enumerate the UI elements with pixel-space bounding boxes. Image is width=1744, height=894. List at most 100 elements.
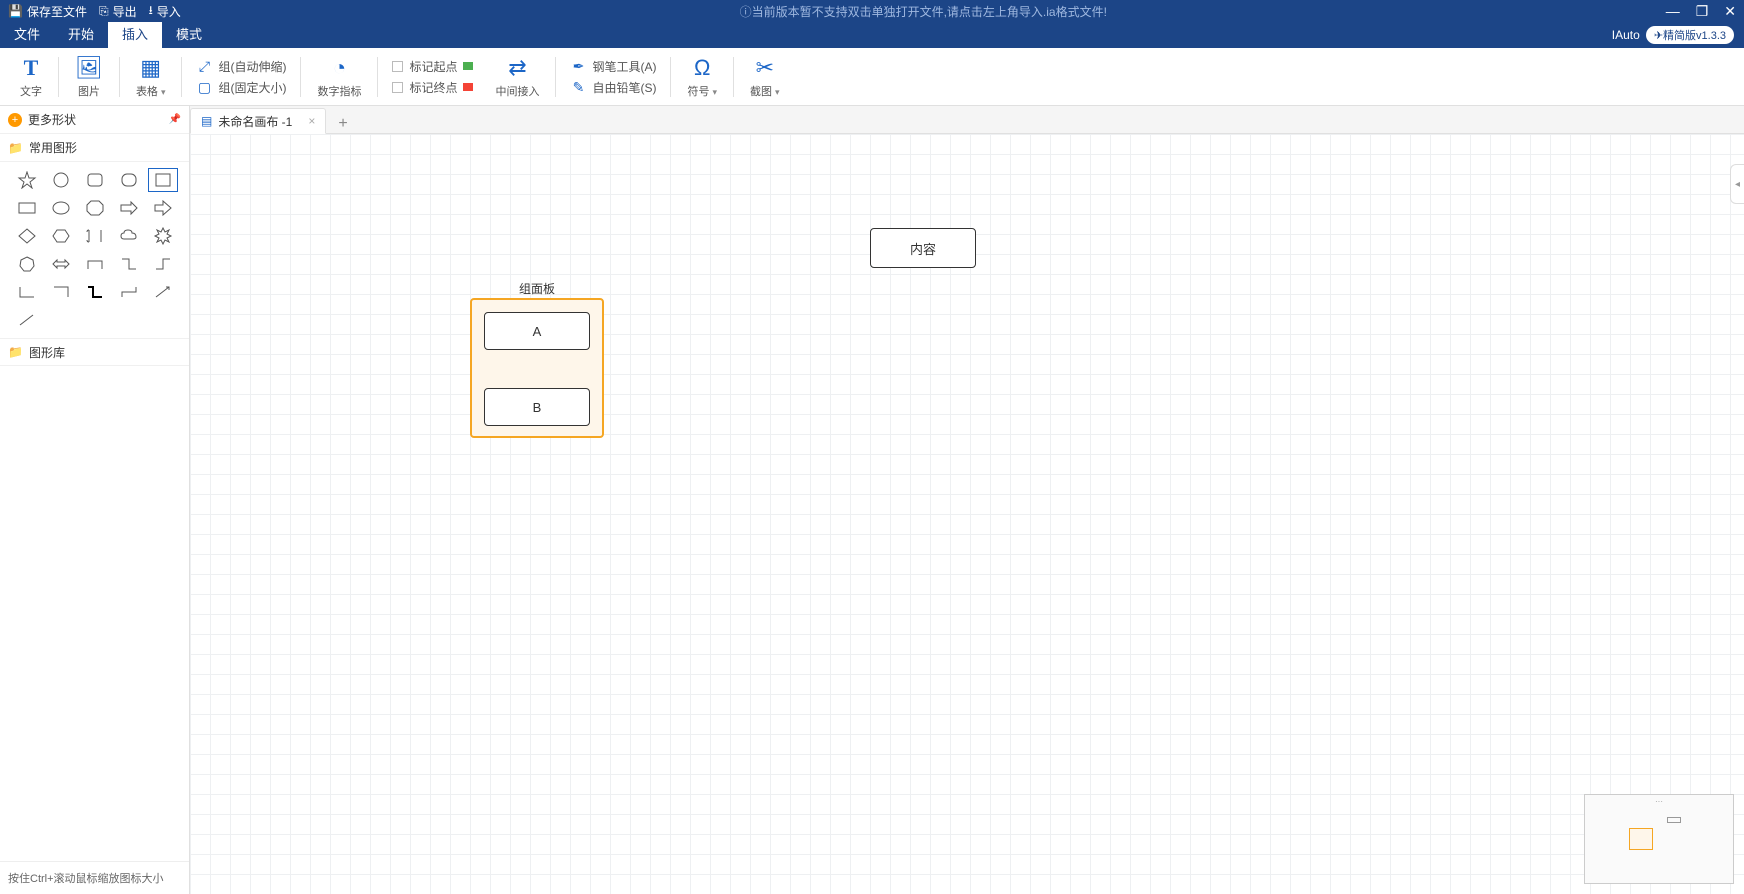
scissors-icon: ✂ <box>756 55 774 81</box>
tab-canvas-1[interactable]: ▤ 未命名画布 -1 × <box>190 108 326 134</box>
ribbon-num-indicator[interactable]: ◔ 数字指标 <box>305 48 373 105</box>
menu-insert[interactable]: 插入 <box>108 22 162 48</box>
shape-connector-7[interactable] <box>114 280 144 304</box>
shape-burst[interactable] <box>148 224 178 248</box>
fixed-icon: ▢ <box>196 79 212 96</box>
ribbon-table[interactable]: ▦ 表格 <box>124 48 178 105</box>
shape-connector-2[interactable] <box>114 252 144 276</box>
ribbon-pen-tool[interactable]: ✒钢笔工具(A) <box>570 58 656 75</box>
expand-icon: ⤢ <box>196 58 212 75</box>
shape-arrow-right-2[interactable] <box>148 196 178 220</box>
minimap[interactable]: ··· <box>1584 794 1734 884</box>
shape-connector-3[interactable] <box>148 252 178 276</box>
version-pill: ✈精简版v1.3.3 <box>1646 26 1734 44</box>
notice-text: ⓘ当前版本暂不支持双击单独打开文件,请点击左上角导入.ia格式文件! <box>181 3 1666 20</box>
brand: IAuto ✈精简版v1.3.3 <box>1612 26 1744 44</box>
canvas[interactable]: 内容 组面板 A B ◂ ··· <box>190 134 1744 894</box>
shape-hexagon[interactable] <box>46 224 76 248</box>
ribbon-mark-end[interactable]: 标记终点 <box>392 79 473 96</box>
shape-connector-1[interactable] <box>80 252 110 276</box>
ribbon-mid-insert[interactable]: ⇄ 中间接入 <box>483 48 551 105</box>
shape-ellipse[interactable] <box>46 196 76 220</box>
brand-name: IAuto <box>1612 28 1640 42</box>
shape-line-arrow[interactable] <box>148 280 178 304</box>
ribbon: T 文字 🖼 图片 ▦ 表格 ⤢组(自动伸缩) ▢组(固定大小) ◔ 数字指标 … <box>0 48 1744 106</box>
ribbon-image[interactable]: 🖼 图片 <box>63 48 115 105</box>
menu-mode[interactable]: 模式 <box>162 22 216 48</box>
group-box-b[interactable]: B <box>484 388 590 426</box>
shape-square[interactable] <box>148 168 178 192</box>
sidebar-common-shapes[interactable]: 📁 常用图形 <box>0 134 189 162</box>
save-icon: 💾 <box>8 4 23 18</box>
ribbon-pencil-tool[interactable]: ✎自由铅笔(S) <box>570 79 656 96</box>
shape-connector-6[interactable] <box>80 280 110 304</box>
tab-add-button[interactable]: + <box>326 115 359 133</box>
canvas-icon: ▤ <box>201 114 212 128</box>
omega-icon: Ω <box>694 55 710 81</box>
minimap-box <box>1667 817 1681 823</box>
shape-bracket[interactable] <box>80 224 110 248</box>
group-panel-title: 组面板 <box>472 280 602 297</box>
menu-start[interactable]: 开始 <box>54 22 108 48</box>
shape-octagon[interactable] <box>80 196 110 220</box>
right-panel-toggle[interactable]: ◂ <box>1730 164 1744 204</box>
group-box-a[interactable]: A <box>484 312 590 350</box>
folder-icon: 📁 <box>8 345 23 359</box>
plus-icon: + <box>8 113 22 127</box>
ribbon-symbol[interactable]: Ω 符号 <box>675 48 729 105</box>
shape-content-box[interactable]: 内容 <box>870 228 976 268</box>
text-icon: T <box>24 55 39 81</box>
tab-label: 未命名画布 -1 <box>218 113 292 130</box>
shape-arrow-right[interactable] <box>114 196 144 220</box>
folder-icon: 📁 <box>8 141 23 155</box>
import-button[interactable]: ⭳导入 <box>149 1 181 22</box>
titlebar: 💾 保存至文件 ⎘ 导出 ⭳导入 ⓘ当前版本暂不支持双击单独打开文件,请点击左上角导… <box>0 0 1744 22</box>
shape-palette <box>0 162 189 338</box>
shape-double-arrow[interactable] <box>46 252 76 276</box>
shape-heptagon[interactable] <box>12 252 42 276</box>
ribbon-screenshot[interactable]: ✂ 截图 <box>738 48 792 105</box>
shape-rounded-rect-2[interactable] <box>114 168 144 192</box>
gauge-icon: ◔ <box>333 55 346 81</box>
maximize-button[interactable]: ❐ <box>1696 3 1709 20</box>
shape-diamond[interactable] <box>12 224 42 248</box>
save-to-file-button[interactable]: 💾 保存至文件 <box>8 3 87 20</box>
menu-file[interactable]: 文件 <box>0 22 54 48</box>
flag-green-icon <box>463 62 473 70</box>
pencil-icon: ✎ <box>570 79 586 96</box>
minimize-button[interactable]: — <box>1666 3 1680 19</box>
shape-circle[interactable] <box>46 168 76 192</box>
tab-bar: ▤ 未命名画布 -1 × + <box>190 106 1744 134</box>
checkbox-icon <box>392 61 403 72</box>
ribbon-text[interactable]: T 文字 <box>8 48 54 105</box>
main: ▤ 未命名画布 -1 × + 内容 组面板 A B ◂ · <box>190 106 1744 894</box>
sidebar-shape-library[interactable]: 📁 图形库 <box>0 338 189 366</box>
export-button[interactable]: ⎘ 导出 <box>99 3 137 20</box>
shape-rect[interactable] <box>12 196 42 220</box>
import-icon: ⭳ <box>149 1 153 22</box>
pen-icon: ✒ <box>570 58 586 75</box>
shape-star[interactable] <box>12 168 42 192</box>
sidebar-more-shapes[interactable]: + 更多形状 📌 <box>0 106 189 134</box>
shape-cloud[interactable] <box>114 224 144 248</box>
group-panel[interactable]: 组面板 A B <box>470 298 604 438</box>
export-icon: ⎘ <box>99 4 109 19</box>
shape-connector-5[interactable] <box>46 280 76 304</box>
save-label: 保存至文件 <box>27 3 87 20</box>
shape-rounded-rect[interactable] <box>80 168 110 192</box>
ribbon-group-fixed[interactable]: ▢组(固定大小) <box>196 79 286 96</box>
shape-line[interactable] <box>12 308 42 332</box>
pin-icon[interactable]: 📌 <box>169 114 181 125</box>
mid-insert-icon: ⇄ <box>508 55 526 81</box>
ribbon-group-auto[interactable]: ⤢组(自动伸缩) <box>196 58 286 75</box>
close-button[interactable]: ✕ <box>1724 3 1736 20</box>
tab-close-icon[interactable]: × <box>308 114 315 128</box>
table-icon: ▦ <box>140 55 161 81</box>
ribbon-mark-start[interactable]: 标记起点 <box>392 58 473 75</box>
image-icon: 🖼 <box>75 55 103 81</box>
export-label: 导出 <box>113 3 137 20</box>
sidebar: + 更多形状 📌 📁 常用图形 <box>0 106 190 894</box>
shape-connector-4[interactable] <box>12 280 42 304</box>
sidebar-tip: 按住Ctrl+滚动鼠标缩放图标大小 <box>0 861 189 894</box>
flag-red-icon <box>463 83 473 91</box>
